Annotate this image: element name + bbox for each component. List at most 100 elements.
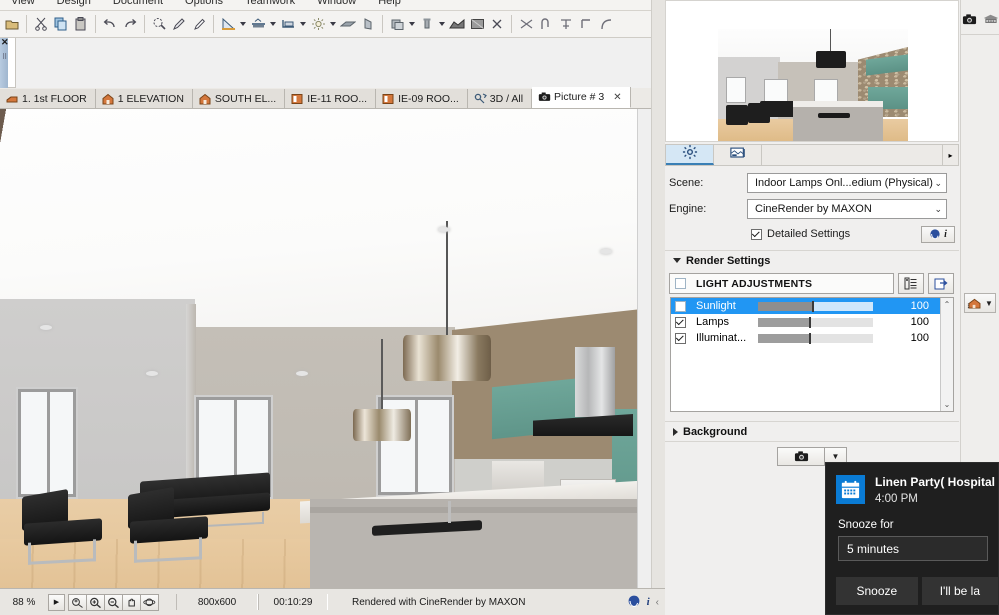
measure-icon[interactable] [189,13,209,35]
export-settings-icon[interactable] [928,273,954,294]
chevron-down-icon[interactable] [437,13,447,35]
chevron-down-icon[interactable] [268,13,278,35]
light-adjustments-titlebox[interactable]: LIGHT ADJUSTMENTS [669,273,894,294]
light-row[interactable]: Lamps 100 [671,314,953,330]
camera-icon[interactable] [962,12,977,30]
light-intensity-slider[interactable] [758,332,873,344]
notification-toast[interactable]: Linen Party( Hospital 4:00 PM Snooze for… [825,462,999,615]
menu-item-teamwork[interactable]: Teamwork [234,0,306,7]
render-settings-section-header[interactable]: Render Settings [665,250,959,270]
tab-ie-11-roo[interactable]: IE-11 ROO... [285,89,377,108]
notification-time: 4:00 PM [875,493,918,505]
column-tool-icon[interactable] [417,13,437,35]
tab-close-icon[interactable]: ✕ [613,92,621,103]
zone-tool-icon[interactable] [467,13,487,35]
divider [961,34,999,35]
menu-item-view[interactable]: View [0,0,46,7]
info-icon[interactable]: i [647,596,650,608]
redo-icon[interactable] [120,13,140,35]
scene-ceiling-spot-1 [40,325,52,330]
light-adjustments-list[interactable]: Sunlight 100 Lamps 100 Illuminat... 100 ⌃ ⌄ [670,297,954,412]
trim-icon[interactable] [516,13,536,35]
snooze-duration-select[interactable]: 5 minutes [838,536,988,561]
scene-select[interactable]: Indoor Lamps Onl...edium (Physical) ⌄ [747,173,947,193]
chevron-down-icon[interactable] [328,13,338,35]
light-intensity-slider[interactable] [758,316,873,328]
undo-icon[interactable] [100,13,120,35]
detailed-settings-row: Detailed Settings i [665,222,959,246]
light-adjustments-checkbox[interactable] [675,278,686,289]
camera-icon [538,91,551,103]
project-chooser-button[interactable]: ▼ [964,293,996,313]
light-enabled-checkbox[interactable] [675,332,686,344]
light-intensity-slider[interactable] [758,300,873,312]
open-icon[interactable] [2,13,22,35]
layers-icon[interactable] [983,12,999,30]
orbit-icon[interactable] [140,593,159,611]
lamp-tool-icon[interactable] [308,13,328,35]
engine-select[interactable]: CineRender by MAXON ⌄ [747,199,947,219]
list-settings-icon[interactable] [898,273,924,294]
adjust-icon[interactable] [556,13,576,35]
chevron-down-icon[interactable] [407,13,417,35]
statusbar-overflow[interactable]: ‹ [656,597,659,608]
wall-tool-icon[interactable] [218,13,238,35]
panel-tabs-overflow-button[interactable]: ▸ [942,145,958,165]
intersect-icon[interactable] [576,13,596,35]
tab-ie-09-roo[interactable]: IE-09 ROO... [376,89,468,108]
image-tab[interactable] [714,145,762,165]
snooze-button[interactable]: Snooze [836,577,918,605]
tab-picture-3[interactable]: Picture # 3 ✕ [532,87,631,108]
light-row[interactable]: Illuminat... 100 [671,330,953,346]
tab-3d-all[interactable]: 3D / All [467,89,533,108]
tab-south-el[interactable]: SOUTH EL... [192,89,286,108]
close-icon[interactable]: ✕ [1,38,9,47]
caret-down-icon[interactable]: ▼ [985,299,993,308]
menu-item-options[interactable]: Options [174,0,234,7]
help-ball-icon[interactable] [627,594,641,611]
zoom-in-icon[interactable] [86,593,105,611]
scroll-down-icon[interactable]: ⌄ [941,398,953,411]
menu-item-document[interactable]: Document [102,0,174,7]
menu-item-window[interactable]: Window [306,0,367,7]
detailed-settings-checkbox[interactable] [751,228,762,240]
menu-item-design[interactable]: Design [46,0,102,7]
help-info-buttons[interactable]: i [921,225,955,243]
slab-tool-icon[interactable] [278,13,298,35]
light-enabled-checkbox[interactable] [675,300,686,312]
dimension-icon[interactable] [487,13,507,35]
scroll-up-icon[interactable]: ⌃ [941,298,953,311]
chevron-down-icon[interactable] [238,13,248,35]
shell-tool-icon[interactable] [358,13,378,35]
copy-icon[interactable] [51,13,71,35]
background-section-header[interactable]: Background [665,421,959,441]
light-row[interactable]: Sunlight 100 [671,298,953,314]
light-list-scrollbar[interactable]: ⌃ ⌄ [940,298,953,411]
cut-icon[interactable] [31,13,51,35]
pencil-icon[interactable] [169,13,189,35]
render-viewport[interactable] [0,109,637,588]
window-tool-icon[interactable] [248,13,268,35]
zoom-out-icon[interactable] [104,593,123,611]
zoom-next-button[interactable]: ▶ [48,593,65,611]
tab-1-elevation[interactable]: 1 ELEVATION [95,89,193,108]
settings-tab[interactable] [666,144,714,165]
mini-palette[interactable]: ✕ ⠿ [0,38,16,88]
render-preview-thumbnail[interactable] [665,0,959,142]
dismiss-button[interactable]: I'll be la [921,577,998,605]
split-icon[interactable] [536,13,556,35]
chevron-down-icon[interactable] [298,13,308,35]
viewport-vertical-scrollbar[interactable] [637,109,651,588]
light-enabled-checkbox[interactable] [675,316,686,328]
tab-1-1st-floor[interactable]: 1. 1st FLOOR [0,89,96,108]
morph-tool-icon[interactable] [387,13,407,35]
mesh-tool-icon[interactable] [447,13,467,35]
fillet-icon[interactable] [596,13,616,35]
menu-item-help[interactable]: Help [367,0,412,7]
marquee-icon[interactable] [149,13,169,35]
pan-icon[interactable] [122,593,141,611]
paste-icon[interactable] [71,13,91,35]
roof-tool-icon[interactable] [338,13,358,35]
photorender-button[interactable] [777,446,825,466]
zoom-fit-icon[interactable] [68,593,87,611]
